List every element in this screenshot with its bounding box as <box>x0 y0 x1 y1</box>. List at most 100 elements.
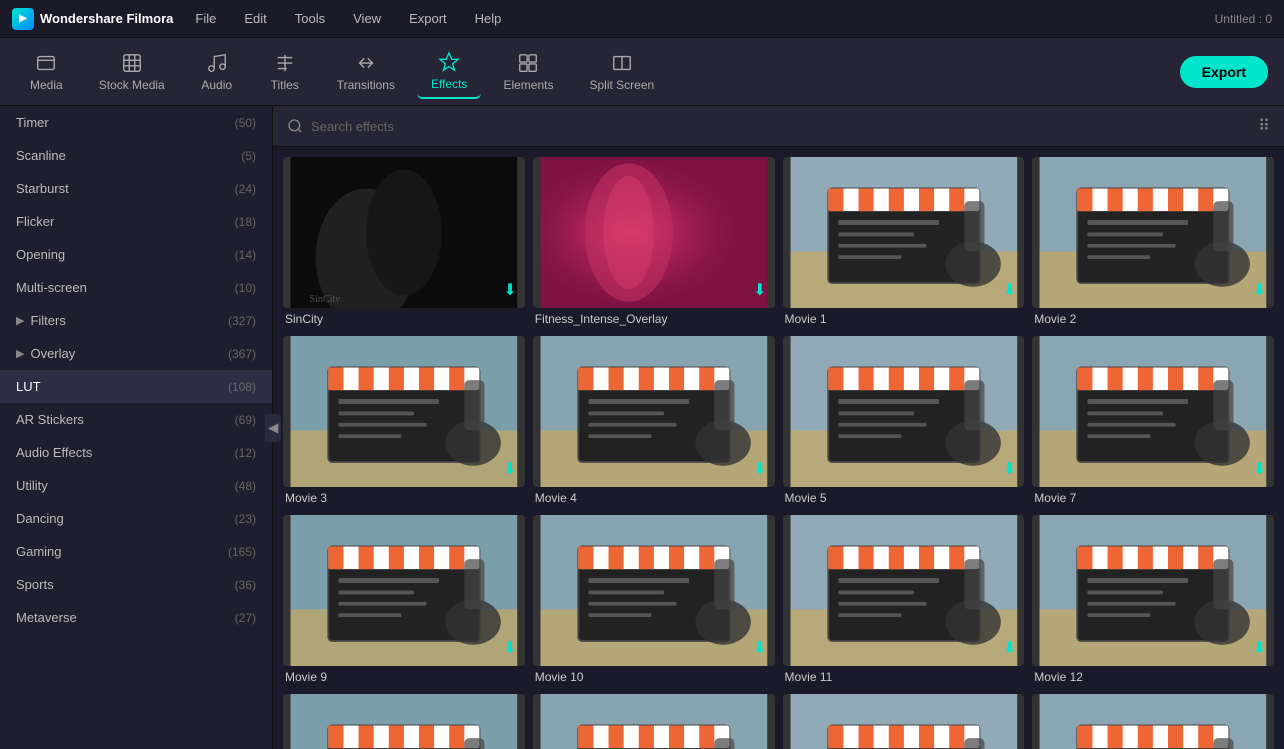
sidebar-item-label: Multi-screen <box>16 280 87 295</box>
tool-media[interactable]: Media <box>16 46 77 98</box>
sidebar-item-overlay[interactable]: ▶ Overlay (367) <box>0 337 272 370</box>
download-icon[interactable]: ⬇ <box>753 280 766 300</box>
tool-stock-media[interactable]: Stock Media <box>85 46 179 98</box>
grid-item-movie-16[interactable]: ⬇ Movie 16 <box>1032 694 1274 749</box>
grid-item-movie-10[interactable]: ⬇ Movie 10 <box>533 515 775 686</box>
download-icon[interactable]: ⬇ <box>753 638 766 658</box>
thumbnail: ⬇ <box>1032 515 1274 666</box>
download-icon[interactable]: ⬇ <box>1253 459 1266 479</box>
grid-item-movie-11[interactable]: ⬇ Movie 11 <box>783 515 1025 686</box>
download-icon[interactable]: ⬇ <box>1253 280 1266 300</box>
topbar: ▶ Wondershare Filmora File Edit Tools Vi… <box>0 0 1284 38</box>
sidebar-item-sports[interactable]: Sports (36) <box>0 568 272 601</box>
grid-item-movie-14[interactable]: ⬇ Movie 14 <box>533 694 775 749</box>
tool-transitions[interactable]: Transitions <box>323 46 409 98</box>
sidebar-item-filters[interactable]: ▶ Filters (327) <box>0 304 272 337</box>
thumbnail: ⬇ <box>283 694 525 749</box>
item-label: Movie 1 <box>783 308 1025 328</box>
sidebar-item-count: (165) <box>228 545 256 559</box>
download-icon[interactable]: ⬇ <box>1003 280 1016 300</box>
grid-item-movie-3[interactable]: ⬇ Movie 3 <box>283 336 525 507</box>
tool-effects[interactable]: Effects <box>417 45 481 99</box>
tool-titles[interactable]: Titles <box>255 46 315 98</box>
sidebar-item-count: (14) <box>235 248 256 262</box>
grid-item-movie-7[interactable]: ⬇ Movie 7 <box>1032 336 1274 507</box>
grid-item-sincity[interactable]: SinCity ⬇ SinCity <box>283 157 525 328</box>
item-label: Movie 7 <box>1032 487 1274 507</box>
sidebar-item-count: (36) <box>235 578 256 592</box>
sidebar-item-count: (108) <box>228 380 256 394</box>
app-logo: ▶ Wondershare Filmora <box>12 8 173 30</box>
toolbar: Media Stock Media Audio Titles Transitio… <box>0 38 1284 106</box>
sidebar-item-starburst[interactable]: Starburst (24) <box>0 172 272 205</box>
sidebar-item-label: AR Stickers <box>16 412 84 427</box>
thumbnail: ⬇ <box>533 157 775 308</box>
grid-item-fitness-intense-overlay[interactable]: ⬇ Fitness_Intense_Overlay <box>533 157 775 328</box>
download-icon[interactable]: ⬇ <box>1003 638 1016 658</box>
grid-item-movie-13[interactable]: ⬇ Movie 13 <box>283 694 525 749</box>
sidebar-item-ar-stickers[interactable]: AR Stickers (69) <box>0 403 272 436</box>
grid-item-movie-9[interactable]: ⬇ Movie 9 <box>283 515 525 686</box>
grid-view-icon[interactable]: ⠿ <box>1258 116 1270 136</box>
sidebar-item-scanline[interactable]: Scanline (5) <box>0 139 272 172</box>
sidebar-item-flicker[interactable]: Flicker (18) <box>0 205 272 238</box>
download-icon[interactable]: ⬇ <box>1253 638 1266 658</box>
sidebar-item-dancing[interactable]: Dancing (23) <box>0 502 272 535</box>
download-icon[interactable]: ⬇ <box>753 459 766 479</box>
menu-view[interactable]: View <box>347 9 387 28</box>
sidebar-item-multi-screen[interactable]: Multi-screen (10) <box>0 271 272 304</box>
tool-elements[interactable]: Elements <box>489 46 567 98</box>
expand-arrow-icon: ▶ <box>16 314 24 327</box>
grid-item-movie-2[interactable]: ⬇ Movie 2 <box>1032 157 1274 328</box>
thumbnail: SinCity ⬇ <box>283 157 525 308</box>
thumbnail: ⬇ <box>283 336 525 487</box>
sidebar-item-audio-effects[interactable]: Audio Effects (12) <box>0 436 272 469</box>
menu-file[interactable]: File <box>189 9 222 28</box>
download-icon[interactable]: ⬇ <box>503 459 516 479</box>
thumbnail: ⬇ <box>1032 157 1274 308</box>
tool-split-screen[interactable]: Split Screen <box>575 46 668 98</box>
item-label: Movie 3 <box>283 487 525 507</box>
menu-export[interactable]: Export <box>403 9 453 28</box>
sidebar: Timer (50) Scanline (5) Starburst (24) F… <box>0 106 273 749</box>
sidebar-collapse-button[interactable]: ◀ <box>265 414 281 442</box>
menu-edit[interactable]: Edit <box>238 9 272 28</box>
expand-arrow-icon: ▶ <box>16 347 24 360</box>
search-input[interactable] <box>311 119 1250 134</box>
tool-transitions-label: Transitions <box>337 78 395 92</box>
thumbnail: ⬇ <box>783 694 1025 749</box>
download-icon[interactable]: ⬇ <box>503 638 516 658</box>
tool-audio-label: Audio <box>201 78 232 92</box>
sidebar-item-gaming[interactable]: Gaming (165) <box>0 535 272 568</box>
tool-split-screen-label: Split Screen <box>589 78 654 92</box>
grid-item-movie-1[interactable]: ⬇ Movie 1 <box>783 157 1025 328</box>
thumbnail: ⬇ <box>783 336 1025 487</box>
menu-help[interactable]: Help <box>469 9 508 28</box>
sidebar-item-label: Filters <box>30 313 65 328</box>
sidebar-item-count: (27) <box>235 611 256 625</box>
effects-grid: SinCity ⬇ SinCity ⬇ Fitness_Intense_Over… <box>273 147 1284 749</box>
sidebar-item-metaverse[interactable]: Metaverse (27) <box>0 601 272 634</box>
grid-item-movie-12[interactable]: ⬇ Movie 12 <box>1032 515 1274 686</box>
item-label: Movie 9 <box>283 666 525 686</box>
tool-audio[interactable]: Audio <box>187 46 247 98</box>
sidebar-item-timer[interactable]: Timer (50) <box>0 106 272 139</box>
thumbnail: ⬇ <box>283 515 525 666</box>
sidebar-item-label: Sports <box>16 577 54 592</box>
grid-item-movie-4[interactable]: ⬇ Movie 4 <box>533 336 775 507</box>
sidebar-item-utility[interactable]: Utility (48) <box>0 469 272 502</box>
download-icon[interactable]: ⬇ <box>503 280 516 300</box>
export-button[interactable]: Export <box>1180 56 1268 88</box>
sidebar-item-lut[interactable]: LUT (108) <box>0 370 272 403</box>
grid-item-movie-15[interactable]: ⬇ Movie 15 <box>783 694 1025 749</box>
search-bar: ⠿ <box>273 106 1284 147</box>
menu-tools[interactable]: Tools <box>289 9 331 28</box>
thumbnail: ⬇ <box>533 336 775 487</box>
tool-elements-label: Elements <box>503 78 553 92</box>
grid-item-movie-5[interactable]: ⬇ Movie 5 <box>783 336 1025 507</box>
thumbnail: ⬇ <box>533 515 775 666</box>
sidebar-item-opening[interactable]: Opening (14) <box>0 238 272 271</box>
download-icon[interactable]: ⬇ <box>1003 459 1016 479</box>
item-label: Movie 11 <box>783 666 1025 686</box>
sidebar-item-count: (24) <box>235 182 256 196</box>
